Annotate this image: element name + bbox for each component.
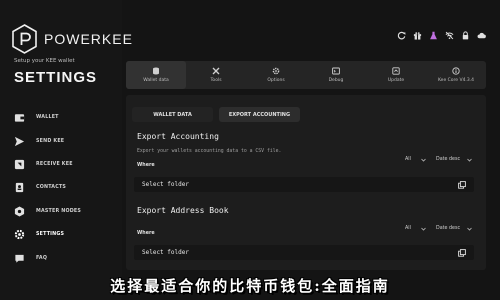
lock-icon[interactable] <box>461 31 470 40</box>
export-accounting-folder-picker[interactable]: Select folder <box>134 177 474 192</box>
brand-name: POWERKEE <box>44 31 133 47</box>
sort-select[interactable]: Date desc <box>434 224 474 233</box>
top-icon-bar <box>397 31 486 40</box>
update-icon <box>392 67 400 75</box>
where-label: Where <box>137 163 155 168</box>
contacts-icon <box>14 182 25 193</box>
logo: POWERKEE <box>12 24 133 54</box>
tab-wallet-data[interactable]: WALLET DATA <box>132 107 213 122</box>
sidebar-item-master-nodes[interactable]: MASTER NODES <box>14 200 114 223</box>
setup-subtitle: Setup your KEE wallet <box>14 58 75 64</box>
sort-select[interactable]: Date desc <box>434 155 474 164</box>
folder-picker-label: Select folder <box>142 181 189 188</box>
sort-select-value: Date desc <box>436 157 461 162</box>
sidebar-item-wallet[interactable]: WALLET <box>14 106 114 129</box>
chevron-down-icon <box>467 158 472 162</box>
flask-icon[interactable] <box>429 31 438 40</box>
sidebar-item-receive-kee[interactable]: RECEIVE KEE <box>14 153 114 176</box>
tab-bar: WALLET DATA EXPORT ACCOUNTING <box>132 107 300 122</box>
toolbar-tools[interactable]: Tools <box>186 61 246 89</box>
receive-icon <box>14 159 25 170</box>
tab-export-accounting[interactable]: EXPORT ACCOUNTING <box>219 107 300 122</box>
toolbar-version[interactable]: Kee Core V4.3.4 <box>426 61 486 89</box>
master-nodes-icon <box>14 206 25 217</box>
toolbar-label: Tools <box>210 78 222 83</box>
sidebar-item-faq[interactable]: FAQ <box>14 246 114 269</box>
export-accounting-filters: All Date desc <box>403 155 474 164</box>
toolbar-wallet-data[interactable]: Wallet data <box>126 61 186 89</box>
sidebar: POWERKEE Setup your KEE wallet SETTINGS … <box>0 0 132 300</box>
sidebar-item-label: WALLET <box>36 115 59 121</box>
sidebar-item-label: CONTACTS <box>36 185 67 191</box>
refresh-icon[interactable] <box>397 31 406 40</box>
sidebar-item-label: SETTINGS <box>36 232 65 238</box>
sidebar-item-settings[interactable]: SETTINGS <box>14 223 114 246</box>
export-address-book-filters: All Date desc <box>403 224 474 233</box>
toolbar-label: Debug <box>328 78 344 83</box>
app-window: POWERKEE Setup your KEE wallet SETTINGS … <box>0 0 500 300</box>
toolbar-label: Options <box>267 78 285 83</box>
toolbar-label: Update <box>387 78 405 83</box>
export-accounting-title: Export Accounting <box>137 132 219 141</box>
options-icon <box>272 67 280 75</box>
toolbar-options[interactable]: Options <box>246 61 306 89</box>
export-address-book-folder-picker[interactable]: Select folder <box>134 245 474 260</box>
sidebar-item-label: SEND KEE <box>36 138 65 144</box>
send-icon <box>14 136 25 147</box>
chevron-down-icon <box>421 227 426 231</box>
sort-select-value: Date desc <box>436 226 461 231</box>
toolbar-update[interactable]: Update <box>366 61 426 89</box>
filter-select-value: All <box>405 157 411 162</box>
sidebar-item-label: FAQ <box>36 255 48 261</box>
settings-icon <box>14 229 25 240</box>
folder-picker-label: Select folder <box>142 249 189 256</box>
info-icon <box>452 67 460 75</box>
sidebar-item-send-kee[interactable]: SEND KEE <box>14 129 114 152</box>
toolbar-debug[interactable]: Debug <box>306 61 366 89</box>
gift-icon[interactable] <box>413 31 422 40</box>
export-address-book-title: Export Address Book <box>137 206 229 215</box>
toolbar-label: Wallet data <box>143 78 169 83</box>
copy-icon[interactable] <box>458 248 466 257</box>
chevron-down-icon <box>421 158 426 162</box>
settings-toolbar: Wallet data Tools Options Debug Update K… <box>126 61 486 89</box>
database-icon <box>153 67 159 75</box>
wallet-icon <box>14 112 25 123</box>
page-title: SETTINGS <box>14 69 98 86</box>
export-accounting-description: Export your wallets accounting data to a… <box>137 149 282 154</box>
filter-select[interactable]: All <box>403 155 428 164</box>
sidebar-nav: WALLET SEND KEE RECEIVE KEE CONTACTS MAS… <box>14 106 114 270</box>
chevron-down-icon <box>467 227 472 231</box>
article-caption: 选择最适合你的比特币钱包:全面指南 <box>110 277 390 295</box>
filter-select-value: All <box>405 226 411 231</box>
sidebar-item-label: MASTER NODES <box>36 208 82 214</box>
sidebar-item-contacts[interactable]: CONTACTS <box>14 176 114 199</box>
faq-icon <box>14 253 25 264</box>
where-label: Where <box>137 231 155 236</box>
copy-icon[interactable] <box>458 180 466 189</box>
cloud-icon[interactable] <box>477 31 486 40</box>
tools-icon <box>212 67 220 75</box>
settings-panel: WALLET DATA EXPORT ACCOUNTING Export Acc… <box>126 95 486 270</box>
sidebar-item-label: RECEIVE KEE <box>36 161 73 167</box>
filter-select[interactable]: All <box>403 224 428 233</box>
powerkee-logo-icon <box>12 24 37 54</box>
debug-icon <box>332 67 340 75</box>
no-wifi-icon[interactable] <box>445 31 454 40</box>
toolbar-label: Kee Core V4.3.4 <box>437 78 475 83</box>
